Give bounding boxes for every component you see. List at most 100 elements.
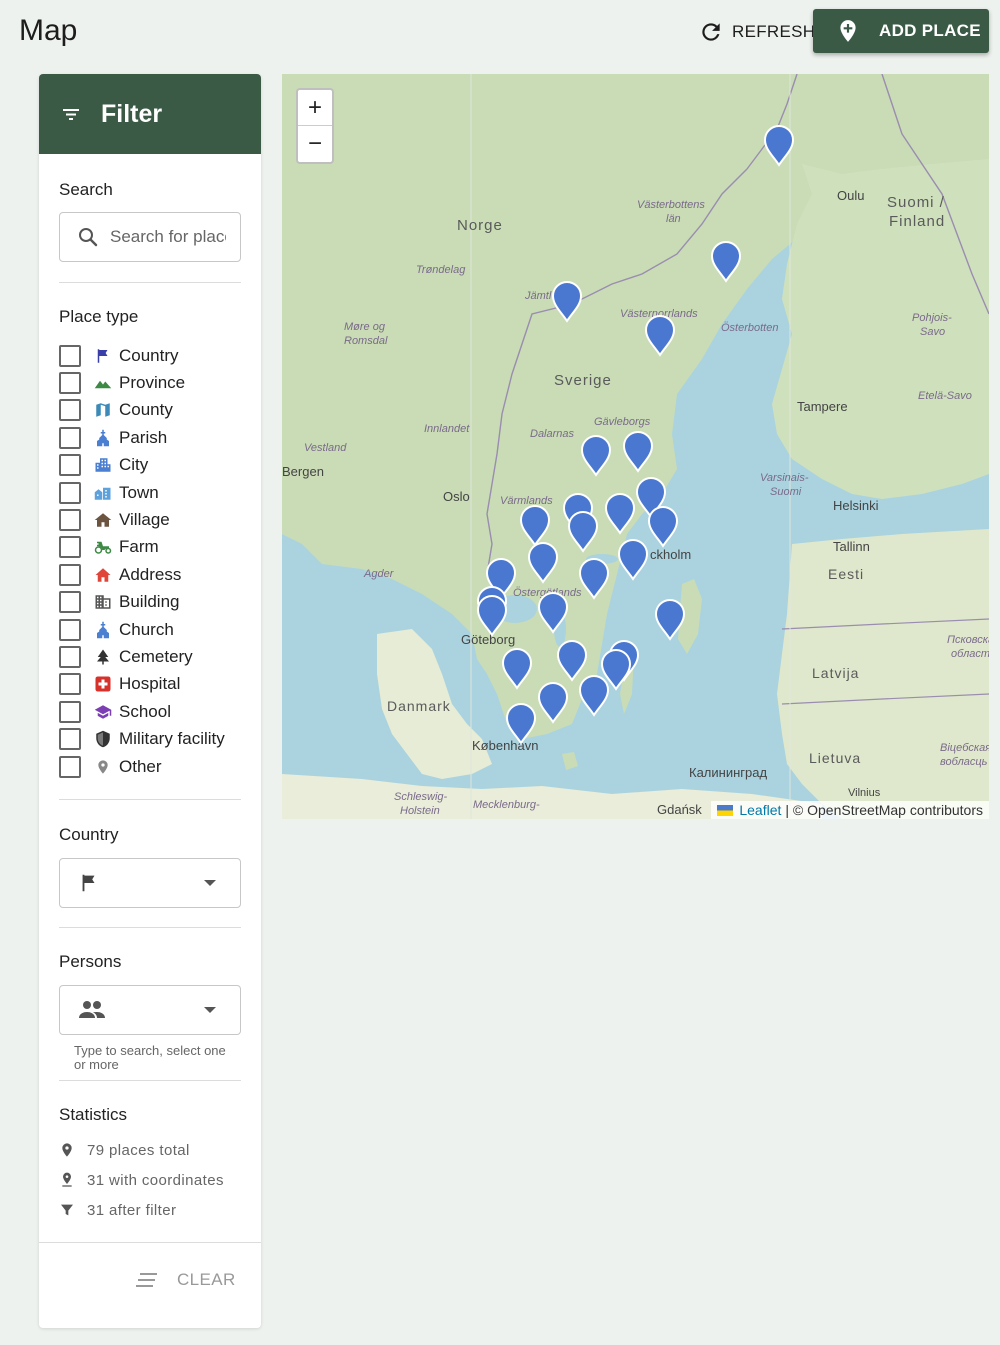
map-marker[interactable]	[505, 703, 537, 745]
checkbox[interactable]	[59, 481, 81, 504]
leaflet-link[interactable]: Leaflet	[739, 802, 781, 818]
place-type-province[interactable]: Province	[59, 369, 225, 396]
divider	[39, 1242, 261, 1243]
map-marker[interactable]	[763, 125, 795, 167]
country-label: Country	[59, 825, 119, 844]
place-type-label: Parish	[119, 427, 168, 447]
place-type-county[interactable]: County	[59, 397, 225, 424]
filter-title: Filter	[101, 99, 163, 128]
place-icon	[62, 1143, 72, 1157]
map-marker[interactable]	[604, 493, 636, 535]
map-marker[interactable]	[476, 595, 508, 637]
place-type-address[interactable]: Address	[59, 561, 225, 588]
refresh-button[interactable]: REFRESH	[698, 12, 815, 52]
place-type-city[interactable]: City	[59, 452, 225, 479]
place-type-cemetery[interactable]: Cemetery	[59, 643, 225, 670]
place-type-label: Military facility	[119, 729, 225, 749]
place-type-label: Place type	[59, 307, 139, 326]
zoom-in-button[interactable]: +	[298, 90, 332, 126]
map-marker[interactable]	[622, 431, 654, 473]
place-type-farm[interactable]: Farm	[59, 534, 225, 561]
search-field[interactable]	[59, 212, 241, 262]
checkbox[interactable]	[59, 509, 81, 532]
chevron-down-icon	[204, 880, 216, 886]
checkbox[interactable]	[59, 645, 81, 668]
map-marker[interactable]	[551, 281, 583, 323]
place-type-country[interactable]: Country	[59, 342, 225, 369]
map-marker[interactable]	[519, 505, 551, 547]
checkbox[interactable]	[59, 700, 81, 723]
checkbox[interactable]	[59, 673, 81, 696]
checkbox[interactable]	[59, 591, 81, 614]
map-marker[interactable]	[654, 599, 686, 641]
place-type-school[interactable]: School	[59, 698, 225, 725]
checkbox[interactable]	[59, 563, 81, 586]
place-type-label: Other	[119, 756, 162, 776]
map-icon	[93, 400, 113, 420]
flag-icon	[82, 874, 95, 892]
map-view[interactable]: Norge Sverige Suomi / Finland Oulu Tampe…	[282, 74, 989, 819]
map-marker[interactable]	[578, 558, 610, 600]
map-marker[interactable]	[537, 592, 569, 634]
checkbox[interactable]	[59, 755, 81, 778]
hospital-icon	[93, 674, 113, 694]
search-input[interactable]	[110, 227, 226, 247]
map-marker[interactable]	[501, 648, 533, 690]
checkbox[interactable]	[59, 426, 81, 449]
place-type-military[interactable]: Military facility	[59, 725, 225, 752]
checkbox[interactable]	[59, 618, 81, 641]
page-title: Map	[19, 14, 78, 47]
place-type-village[interactable]: Village	[59, 506, 225, 533]
school-icon	[93, 702, 113, 722]
place-type-label: Province	[119, 373, 186, 393]
place-type-building[interactable]: Building	[59, 589, 225, 616]
checkbox[interactable]	[59, 536, 81, 559]
map-marker[interactable]	[644, 315, 676, 357]
checkbox[interactable]	[59, 454, 81, 477]
place-type-other[interactable]: Other	[59, 753, 225, 780]
search-icon	[79, 228, 98, 247]
home-icon	[93, 565, 113, 585]
map-marker[interactable]	[537, 682, 569, 724]
place-type-hospital[interactable]: Hospital	[59, 671, 225, 698]
map-marker[interactable]	[567, 511, 599, 553]
city-icon	[93, 455, 113, 475]
zoom-out-button[interactable]: −	[298, 126, 332, 162]
ukraine-flag-icon	[717, 804, 734, 816]
place-type-label: County	[119, 400, 173, 420]
place-type-parish[interactable]: Parish	[59, 424, 225, 451]
place-type-church[interactable]: Church	[59, 616, 225, 643]
clear-button[interactable]: CLEAR	[135, 1270, 236, 1290]
tree-icon	[93, 647, 113, 667]
filter-header: Filter	[39, 74, 261, 154]
place-type-town[interactable]: Town	[59, 479, 225, 506]
checkbox[interactable]	[59, 728, 81, 751]
map-marker[interactable]	[556, 640, 588, 682]
country-select[interactable]	[59, 858, 241, 908]
map-marker[interactable]	[617, 539, 649, 581]
map-marker[interactable]	[527, 542, 559, 584]
place-type-label: Address	[119, 564, 182, 584]
pin-icon	[93, 757, 113, 777]
persons-label: Persons	[59, 952, 122, 971]
map-marker[interactable]	[710, 241, 742, 283]
place-type-label: Building	[119, 592, 180, 612]
persons-select[interactable]	[59, 985, 241, 1035]
checkbox[interactable]	[59, 399, 81, 422]
map-marker[interactable]	[578, 675, 610, 717]
attribution-text: | © OpenStreetMap contributors	[785, 802, 983, 818]
filter-list-icon	[63, 109, 79, 120]
stat-with-coordinates: 31 with coordinates	[59, 1171, 224, 1189]
map-marker[interactable]	[580, 435, 612, 477]
persons-helper-text: Type to search, select one or more	[74, 1043, 226, 1072]
statistics-label: Statistics	[59, 1105, 128, 1124]
divider	[59, 927, 241, 928]
checkbox[interactable]	[59, 372, 81, 395]
add-place-button[interactable]: ADD PLACE	[813, 9, 989, 53]
add-place-label: ADD PLACE	[879, 21, 981, 40]
stat-text: 31 with coordinates	[87, 1171, 224, 1189]
filter-icon	[61, 1204, 73, 1216]
clear-label: CLEAR	[177, 1270, 236, 1289]
map-marker[interactable]	[647, 506, 679, 548]
checkbox[interactable]	[59, 344, 81, 367]
